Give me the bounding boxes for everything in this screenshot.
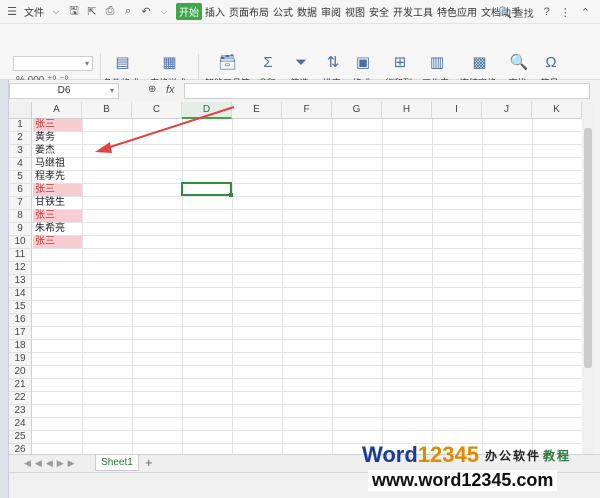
- spreadsheet-grid[interactable]: A B C D E F G H I J K 1 2 3 4 5 6 7 8 9 …: [9, 102, 582, 454]
- file-menu[interactable]: 文件: [24, 4, 44, 19]
- search-icon[interactable]: 🔍: [498, 6, 512, 19]
- sum-icon: Σ: [263, 53, 273, 71]
- table-style-icon: ▦: [162, 54, 177, 71]
- chevron-down-icon: ▾: [109, 86, 114, 95]
- tab-review[interactable]: 审阅: [321, 4, 341, 19]
- watermark-tagline: 办公软件: [485, 448, 542, 463]
- zoom-formula-icon[interactable]: ⊕: [148, 84, 156, 95]
- symbol-icon: Ω: [545, 53, 557, 71]
- name-box[interactable]: D6 ▾: [9, 83, 119, 99]
- hamburger-icon[interactable]: ☰: [6, 6, 18, 18]
- name-box-value: D6: [57, 85, 71, 96]
- help-icon[interactable]: ?: [544, 6, 550, 18]
- watermark-tagline-2: 教程: [543, 448, 572, 463]
- watermark-logo-word: Word: [362, 442, 418, 467]
- watermark-logo-text: Word12345: [362, 442, 479, 468]
- annotation-arrow-icon: [95, 106, 235, 153]
- rows-columns-icon: ⊞: [393, 54, 407, 71]
- sheet-nav-arrows-icon[interactable]: ◀◀◀▶▶: [24, 458, 79, 469]
- add-sheet-button[interactable]: +: [145, 455, 153, 470]
- tab-security[interactable]: 安全: [369, 4, 389, 19]
- ribbon-toolbar: ▾ % 000 ⁺⁰ ⁻⁰ ▤ 条件格式· ▦ 表格样式· 🗃 智能工具箱 Σ …: [0, 24, 600, 98]
- tab-data[interactable]: 数据: [297, 4, 317, 19]
- formula-input[interactable]: [184, 83, 590, 99]
- more-options-icon[interactable]: ⋮: [560, 6, 571, 19]
- worksheet-icon: ▥: [429, 54, 445, 71]
- tab-special[interactable]: 特色应用: [437, 4, 477, 19]
- smart-toolbox-icon: 🗃: [217, 54, 238, 71]
- undo-icon[interactable]: ↶: [140, 6, 152, 18]
- watermark-url: www.word12345.com: [368, 470, 558, 491]
- print-icon[interactable]: ⎙: [104, 5, 116, 18]
- menu-bar: ☰ 文件 ⌵ 🖫 ⇱ ⎙ ⌕ ↶ ⌵ 开始 插入 页面布局 公式 数据 审阅 视…: [0, 0, 600, 24]
- tab-home[interactable]: 开始: [176, 3, 202, 20]
- find-icon: 🔍: [509, 54, 529, 71]
- export-icon[interactable]: ⇱: [86, 6, 98, 18]
- tab-formulas[interactable]: 公式: [273, 4, 293, 19]
- filter-icon: ⏷: [294, 53, 307, 71]
- tab-view[interactable]: 视图: [345, 4, 365, 19]
- vertical-scrollbar[interactable]: [582, 102, 594, 454]
- conditional-format-icon: ▤: [115, 54, 130, 71]
- freeze-panes-icon: ▩: [472, 54, 487, 71]
- number-format-select[interactable]: ▾: [13, 56, 93, 71]
- save-icon[interactable]: 🖫: [68, 5, 80, 18]
- chevron-down-icon: ▾: [84, 59, 89, 68]
- scrollbar-thumb[interactable]: [584, 128, 592, 368]
- collapse-icon[interactable]: ⌃: [581, 6, 590, 19]
- sheet-tab-sheet1[interactable]: Sheet1: [95, 455, 139, 471]
- format-icon: ▣: [355, 54, 371, 71]
- tab-page-layout[interactable]: 页面布局: [229, 4, 269, 19]
- print-preview-icon[interactable]: ⌕: [122, 5, 134, 18]
- more-icon[interactable]: ⌵: [158, 6, 170, 18]
- watermark-logo: Word12345 办公软件 教程: [362, 441, 600, 469]
- tab-developer[interactable]: 开发工具: [393, 4, 433, 19]
- sort-icon: ⇅: [326, 54, 340, 71]
- search-label[interactable]: 查找: [514, 5, 534, 20]
- watermark-logo-number: 12345: [417, 442, 479, 467]
- fx-icon[interactable]: fx: [166, 84, 175, 96]
- tab-insert[interactable]: 插入: [205, 4, 225, 19]
- chevron-down-icon[interactable]: ⌵: [50, 6, 62, 18]
- side-panel-strip: [0, 24, 9, 498]
